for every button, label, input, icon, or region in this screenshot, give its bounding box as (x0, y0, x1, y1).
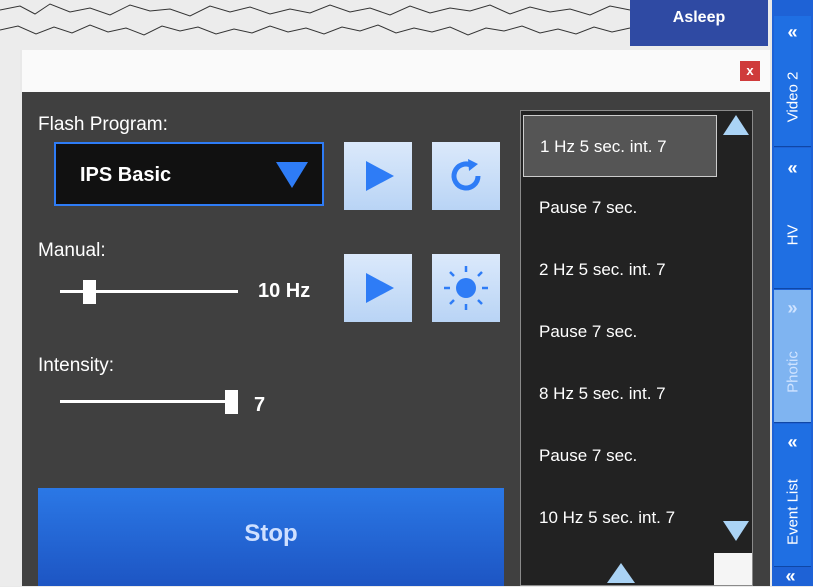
list-item[interactable]: Pause 7 sec. (523, 177, 717, 239)
intensity-slider-thumb[interactable] (225, 390, 238, 414)
scroll-up-icon[interactable] (607, 563, 635, 583)
list-item[interactable]: 10 Hz 5 sec. int. 7 (523, 487, 717, 549)
chevron-left-icon: « (787, 432, 798, 452)
list-item[interactable]: 1 Hz 5 sec. int. 7 (523, 115, 717, 177)
manual-slider-thumb[interactable] (82, 280, 96, 304)
chevron-left-icon: « (787, 22, 798, 42)
list-item[interactable]: 8 Hz 5 sec. int. 7 (523, 363, 717, 425)
intensity-slider-track[interactable] (60, 400, 238, 403)
sun-icon (444, 266, 488, 310)
side-tab-rail: « Video 2 « HV » Photic « Event List « (772, 0, 813, 586)
flash-manual-button[interactable] (432, 254, 500, 322)
flash-program-label: Flash Program: (38, 114, 168, 135)
play-manual-button[interactable] (344, 254, 412, 322)
manual-label: Manual: (38, 240, 106, 261)
scrollbar-corner (714, 553, 752, 585)
status-badge: Asleep (630, 0, 768, 46)
tab-label: Event List (784, 479, 801, 545)
close-button[interactable]: x (740, 61, 760, 81)
selected-program: IPS Basic (80, 164, 172, 186)
photic-dialog: x Flash Program: IPS Basic Manual: 10 Hz (22, 50, 770, 586)
stop-button[interactable]: Stop (38, 488, 504, 586)
tab-event-list[interactable]: « Event List (774, 424, 811, 567)
manual-frequency-value: 10 Hz (258, 280, 311, 302)
reset-program-button[interactable] (432, 142, 500, 210)
play-icon (366, 161, 394, 191)
scroll-up-icon[interactable] (723, 115, 749, 135)
refresh-icon (451, 159, 481, 191)
tab-label: Photic (784, 350, 801, 393)
play-program-button[interactable] (344, 142, 412, 210)
tab-label: Video 2 (784, 71, 801, 122)
tab-hv[interactable]: « HV (774, 148, 811, 289)
list-item[interactable]: Pause 7 sec. (523, 301, 717, 363)
program-step-list[interactable]: 1 Hz 5 sec. int. 7 Pause 7 sec. 2 Hz 5 sec… (520, 110, 753, 586)
dialog-title-bar: x (22, 50, 770, 92)
eeg-trace-margin (0, 50, 20, 586)
tab-video-2[interactable]: « Video 2 (774, 16, 811, 147)
scroll-down-icon[interactable] (723, 521, 749, 541)
dropdown-arrow-icon (276, 162, 308, 188)
list-item[interactable]: Pause 7 sec. (523, 425, 717, 487)
intensity-label: Intensity: (38, 355, 115, 376)
list-item[interactable]: 2 Hz 5 sec. int. 7 (523, 239, 717, 301)
intensity-value: 7 (254, 394, 266, 416)
flash-program-select[interactable]: IPS Basic (54, 142, 324, 206)
chevron-right-icon: » (787, 298, 798, 318)
chevron-left-icon[interactable]: « (772, 566, 809, 587)
chevron-left-icon: « (787, 158, 798, 178)
tab-photic[interactable]: » Photic (774, 290, 811, 423)
play-icon (366, 273, 394, 303)
tab-label: HV (784, 224, 801, 246)
